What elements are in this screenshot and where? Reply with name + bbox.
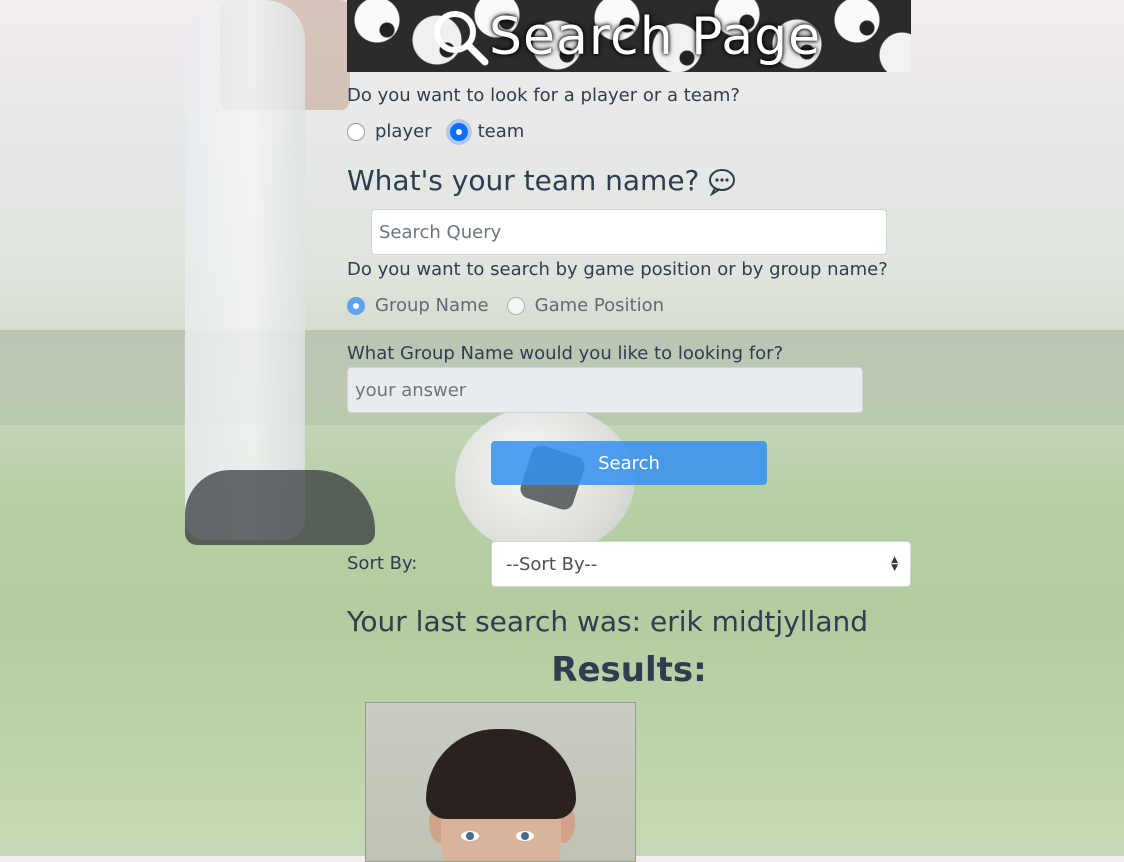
team-name-heading: What's your team name? <box>347 164 737 197</box>
group-name-input[interactable] <box>347 367 863 413</box>
page-title: Search Page <box>489 7 822 67</box>
radio-player[interactable] <box>347 122 365 141</box>
radio-game-position[interactable] <box>506 296 525 315</box>
sort-label: Sort By: <box>347 553 418 574</box>
results-title: Results: <box>551 650 707 690</box>
header-banner: Search Page <box>347 0 911 72</box>
radio-group-name[interactable] <box>347 296 365 315</box>
search-by-question: Do you want to search by game position o… <box>347 259 888 280</box>
sort-selected-value: --Sort By-- <box>506 553 598 575</box>
player-photo-hair <box>426 729 576 819</box>
team-search-input[interactable] <box>371 209 887 255</box>
radio-player-label[interactable]: player <box>375 121 432 142</box>
select-arrows-icon: ▲ ▼ <box>891 555 898 573</box>
player-photo-eye <box>516 831 534 841</box>
search-type-options: player team <box>347 121 542 142</box>
search-button[interactable]: Search <box>491 441 767 485</box>
radio-game-position-label[interactable]: Game Position <box>535 295 664 316</box>
search-by-options: Group Name Game Position <box>347 295 682 316</box>
result-card-player[interactable] <box>365 702 636 862</box>
search-icon <box>434 11 489 66</box>
last-search-text: Your last search was: erik midtjylland <box>347 605 868 638</box>
radio-group-name-label[interactable]: Group Name <box>375 295 489 316</box>
radio-team-label[interactable]: team <box>478 121 525 142</box>
group-name-question: What Group Name would you like to lookin… <box>347 343 784 364</box>
team-name-heading-text: What's your team name? <box>347 164 700 197</box>
background-player-leg <box>220 0 350 110</box>
player-photo-eye <box>461 831 479 841</box>
background-boot <box>185 470 375 545</box>
sort-select[interactable]: --Sort By-- ▲ ▼ <box>491 541 911 587</box>
speech-bubble-icon <box>709 168 736 196</box>
search-type-question: Do you want to look for a player or a te… <box>347 85 740 106</box>
radio-team[interactable] <box>449 122 468 141</box>
background-sock <box>185 0 305 540</box>
